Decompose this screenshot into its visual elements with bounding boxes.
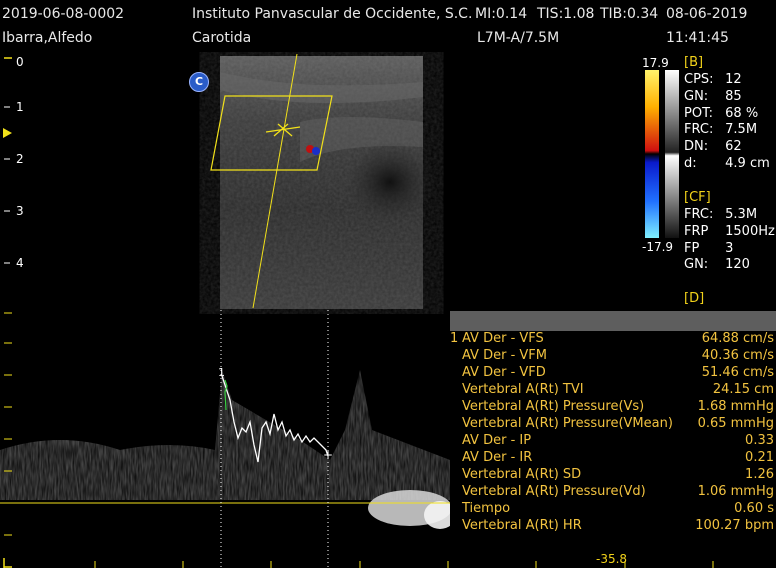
measurement-row[interactable]: Vertebral A(Rt) Pressure(VMean) 0.65 mmHg <box>450 416 776 433</box>
measurement-value: 64.88 cm/s <box>701 331 774 346</box>
d-section-title: [D] <box>684 291 705 306</box>
color-flow-signal <box>312 147 320 155</box>
depth-label: 0 <box>16 55 24 69</box>
spectral-velocity-label: -35.8 <box>596 552 628 566</box>
measurement-value: 40.36 cm/s <box>701 348 774 363</box>
measurement-panel-header <box>450 311 776 331</box>
probe-label: L7M-A/7.5M <box>477 30 560 46</box>
measurement-label: AV Der - VFM <box>462 348 547 363</box>
measurement-label: Vertebral A(Rt) TVI <box>462 382 584 397</box>
measurement-label: Vertebral A(Rt) Pressure(Vd) <box>462 484 646 499</box>
measurement-row[interactable]: AV Der - IR 0.21 <box>450 450 776 467</box>
depth-label: 3 <box>16 204 24 218</box>
measurement-row[interactable]: Tiempo 0.60 s <box>450 501 776 518</box>
measurement-row[interactable]: AV Der - VFM 40.36 cm/s <box>450 348 776 365</box>
depth-label: 2 <box>16 152 24 166</box>
measurement-value: 1.06 mmHg <box>697 484 774 499</box>
b-param-row: FRC: 7.5M <box>684 122 758 138</box>
spectral-waveform <box>0 370 450 500</box>
measurement-label: AV Der - IP <box>462 433 532 448</box>
velocity-scale-max: 17.9 <box>642 56 669 70</box>
institution-name: Instituto Panvascular de Occidente, S.C. <box>192 6 473 22</box>
b-mode-image[interactable] <box>0 52 450 314</box>
measurement-row[interactable]: AV Der - VFD 51.46 cm/s <box>450 365 776 382</box>
measurement-label: Vertebral A(Rt) Pressure(VMean) <box>462 416 673 431</box>
measurement-label: Tiempo <box>462 501 511 516</box>
measurement-value: 100.27 bpm <box>695 518 774 533</box>
cf-param-row: FRP 1500Hz <box>684 223 775 239</box>
measurement-label: AV Der - VFD <box>462 365 546 380</box>
b-param-row: POT: 68 % <box>684 105 759 121</box>
measurement-value: 0.21 <box>745 450 774 465</box>
measurement-value: 0.65 mmHg <box>697 416 774 431</box>
measurement-value: 0.60 s <box>734 501 774 516</box>
measurement-value: 0.33 <box>745 433 774 448</box>
b-param-row: CPS: 12 <box>684 72 742 87</box>
cf-param-row: FRC: 5.3M <box>684 207 758 222</box>
measurement-group-number: 1 <box>450 331 459 346</box>
measurement-row[interactable]: AV Der - IP 0.33 <box>450 433 776 450</box>
measurement-row[interactable]: Vertebral A(Rt) Pressure(Vd) 1.06 mmHg <box>450 484 776 501</box>
velocity-scale-min: -17.9 <box>642 240 674 254</box>
thermal-index-soft: TIS:1.08 <box>537 6 595 22</box>
measurement-results-panel: 1 AV Der - VFS 64.88 cm/s AV Der - VFM 40.36… <box>450 311 776 539</box>
b-param-row: d: 4.9 cm <box>684 155 770 171</box>
measurement-list: 1 AV Der - VFS 64.88 cm/s AV Der - VFM 40.36… <box>450 331 776 535</box>
measurement-row[interactable]: Vertebral A(Rt) TVI 24.15 cm <box>450 382 776 399</box>
depth-label: 4 <box>16 256 24 270</box>
cf-param-row: FP 3 <box>684 240 734 256</box>
b-param-row: GN: 85 <box>684 88 742 104</box>
measurement-label: Vertebral A(Rt) SD <box>462 467 582 482</box>
exam-time: 11:41:45 <box>666 30 729 46</box>
measurement-row[interactable]: Vertebral A(Rt) HR 100.27 bpm <box>450 518 776 535</box>
measurement-row[interactable]: Vertebral A(Rt) SD 1.26 <box>450 467 776 484</box>
grayscale-bar <box>665 70 679 238</box>
thermal-index-bone: TIB:0.34 <box>600 6 659 22</box>
measurement-value: 24.15 cm <box>712 382 774 397</box>
color-velocity-bar <box>645 70 659 238</box>
exam-date: 08-06-2019 <box>666 6 748 22</box>
depth-label: 1 <box>16 100 24 114</box>
focus-marker[interactable] <box>3 128 12 138</box>
measurement-row[interactable]: Vertebral A(Rt) Pressure(Vs) 1.68 mmHg <box>450 399 776 416</box>
measurement-row[interactable]: 1 AV Der - VFS 64.88 cm/s <box>450 331 776 348</box>
patient-name: Ibarra,Alfedo <box>2 30 93 46</box>
caliper-marker-plus[interactable]: + <box>323 448 333 462</box>
caliper-marker-1[interactable]: 1 <box>218 366 225 379</box>
b-mode-section-title: [B] <box>684 55 704 70</box>
measurement-label: Vertebral A(Rt) Pressure(Vs) <box>462 399 645 414</box>
mechanical-index: MI:0.14 <box>475 6 528 22</box>
measurement-value: 51.46 cm/s <box>701 365 774 380</box>
measurement-label: AV Der - VFS <box>462 331 544 346</box>
b-param-row: DN: 62 <box>684 139 742 155</box>
exam-preset: Carotida <box>192 30 252 46</box>
color-mode-badge: C <box>189 72 209 92</box>
measurement-label: Vertebral A(Rt) HR <box>462 518 582 533</box>
patient-id: 2019-06-08-0002 <box>2 6 125 22</box>
measurement-label: AV Der - IR <box>462 450 533 465</box>
vessel-lumen <box>345 142 435 222</box>
cf-param-row: GN: 120 <box>684 257 750 273</box>
measurement-value: 1.68 mmHg <box>697 399 774 414</box>
cf-section-title: [CF] <box>684 190 711 205</box>
measurement-value: 1.26 <box>745 467 774 482</box>
